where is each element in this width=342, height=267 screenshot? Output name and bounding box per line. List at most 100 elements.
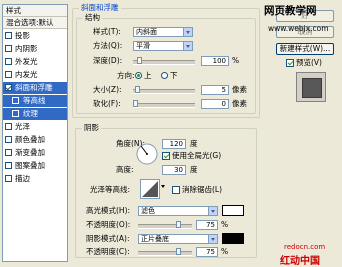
bevel-emboss-title: 斜面和浮雕 [79, 3, 121, 13]
direction-label: 方向: [117, 71, 135, 80]
slider-thumb[interactable] [135, 86, 140, 93]
slider-thumb[interactable] [176, 221, 181, 228]
style-item-bevel-emboss[interactable]: 斜面和浮雕 [3, 82, 67, 94]
new-style-button[interactable]: 新建样式(W)... [276, 43, 334, 55]
chevron-down-icon[interactable] [161, 185, 165, 188]
bevel-emboss-panel: 斜面和浮雕 结构 样式(T): 内斜面 方法(Q): 平滑 深度(D): 100… [72, 3, 262, 262]
checkbox[interactable] [5, 45, 12, 52]
altitude-unit: 度 [190, 165, 198, 174]
anti-alias-checkbox[interactable] [172, 186, 180, 194]
bevel-emboss-group: 斜面和浮雕 结构 样式(T): 内斜面 方法(Q): 平滑 深度(D): 100… [72, 3, 260, 118]
anti-alias-label: 消除锯齿(L) [182, 185, 223, 194]
depth-input[interactable]: 100 [201, 56, 229, 66]
shadow-opacity-label: 不透明度(C): [86, 247, 130, 256]
angle-dial-icon[interactable] [136, 143, 158, 165]
technique-select[interactable]: 平滑 [133, 41, 193, 51]
structure-group: 结构 样式(T): 内斜面 方法(Q): 平滑 深度(D): 100 % 方向:… [76, 13, 256, 114]
checkbox[interactable] [5, 123, 12, 130]
slider-thumb[interactable] [133, 100, 138, 107]
direction-down-radio[interactable] [161, 72, 168, 79]
gloss-contour-label: 光泽等高线: [90, 185, 131, 194]
slider-thumb[interactable] [176, 248, 181, 255]
style-select[interactable]: 内斜面 [133, 27, 193, 37]
depth-label: 深度(D): [93, 56, 123, 65]
chevron-down-icon[interactable] [183, 28, 192, 36]
global-light-checkbox[interactable] [162, 152, 170, 160]
checkbox[interactable] [5, 136, 12, 143]
shading-title: 阴影 [82, 123, 101, 133]
highlight-opacity-label: 不透明度(O): [86, 220, 131, 229]
global-light-label: 使用全局光(G) [172, 151, 222, 160]
style-item-contour[interactable]: 等高线 [3, 95, 67, 107]
watermark-site-url: www.webjx.com [268, 24, 329, 33]
shadow-opacity-slider[interactable] [138, 248, 192, 256]
highlight-opacity-unit: % [221, 220, 229, 229]
style-preview [296, 72, 326, 102]
preview-label: 预览(V) [296, 58, 322, 67]
style-item-inner-glow[interactable]: 内发光 [3, 69, 67, 81]
blending-options-item[interactable]: 混合选项:默认 [3, 17, 67, 29]
watermark-bottom-url: redocn.com [284, 243, 326, 251]
size-input[interactable]: 5 [201, 85, 229, 95]
shadow-mode-label: 阴影模式(A): [86, 234, 130, 243]
style-item-gradient-overlay[interactable]: 渐变叠加 [3, 147, 67, 159]
size-unit: 像素 [232, 85, 247, 94]
direction-down-label: 下 [170, 71, 178, 80]
checkbox[interactable] [5, 162, 12, 169]
direction-up-radio[interactable] [135, 72, 142, 79]
slider-thumb[interactable] [137, 57, 142, 64]
shadow-opacity-input[interactable]: 75 [196, 247, 218, 257]
watermark-bottom-name: 红动中国 [280, 256, 320, 267]
style-item-stroke[interactable]: 描边 [3, 173, 67, 185]
style-item-drop-shadow[interactable]: 投影 [3, 30, 67, 42]
preview-checkbox[interactable] [286, 59, 294, 67]
size-label: 大小(Z): [93, 85, 122, 94]
highlight-mode-label: 高光模式(H): [86, 206, 131, 215]
style-list: 样式 混合选项:默认 投影 内阴影 外发光 内发光 斜面和浮雕 等高线 纹理 光… [2, 4, 68, 262]
gloss-contour-picker[interactable] [140, 179, 160, 199]
depth-unit: % [232, 56, 240, 65]
highlight-color-swatch[interactable] [222, 205, 244, 216]
angle-input[interactable]: 120 [162, 139, 186, 149]
checkbox[interactable] [5, 84, 12, 91]
highlight-opacity-input[interactable]: 75 [196, 220, 218, 230]
style-item-pattern-overlay[interactable]: 图案叠加 [3, 160, 67, 172]
contour-curve-icon [142, 181, 158, 197]
altitude-label: 高度: [116, 165, 134, 174]
soften-input[interactable]: 0 [201, 99, 229, 109]
checkbox[interactable] [5, 32, 12, 39]
size-slider[interactable] [133, 86, 195, 94]
shading-group: 阴影 角度(N): 120 度 使用全局光(G) 高度: 30 度 光泽等高线:… [75, 123, 257, 258]
style-item-outer-glow[interactable]: 外发光 [3, 56, 67, 68]
technique-label: 方法(Q): [93, 41, 123, 50]
style-item-satin[interactable]: 光泽 [3, 121, 67, 133]
chevron-down-icon[interactable] [208, 207, 217, 215]
checkbox[interactable] [12, 97, 19, 104]
checkbox[interactable] [5, 175, 12, 182]
soften-unit: 像素 [232, 99, 247, 108]
style-label: 样式(T): [93, 27, 121, 36]
watermark-site-name: 网页教学网 [264, 5, 317, 17]
altitude-input[interactable]: 30 [162, 165, 186, 175]
angle-unit: 度 [190, 139, 198, 148]
shadow-opacity-unit: % [221, 247, 229, 256]
checkbox[interactable] [5, 58, 12, 65]
soften-slider[interactable] [133, 100, 195, 108]
depth-slider[interactable] [133, 57, 195, 65]
direction-up-label: 上 [144, 71, 152, 80]
highlight-opacity-slider[interactable] [138, 221, 192, 229]
chevron-down-icon[interactable] [208, 235, 217, 243]
style-item-texture[interactable]: 纹理 [3, 108, 67, 120]
shadow-color-swatch[interactable] [222, 233, 244, 244]
checkbox[interactable] [5, 71, 12, 78]
shadow-mode-select[interactable]: 正片叠底 [138, 234, 218, 244]
style-item-inner-shadow[interactable]: 内阴影 [3, 43, 67, 55]
soften-label: 软化(F): [93, 99, 121, 108]
chevron-down-icon[interactable] [183, 42, 192, 50]
checkbox[interactable] [5, 149, 12, 156]
checkbox[interactable] [12, 110, 19, 117]
preview-thumbnail [302, 78, 322, 98]
highlight-mode-select[interactable]: 滤色 [138, 206, 218, 216]
style-item-color-overlay[interactable]: 颜色叠加 [3, 134, 67, 146]
styles-header[interactable]: 样式 [3, 5, 67, 17]
